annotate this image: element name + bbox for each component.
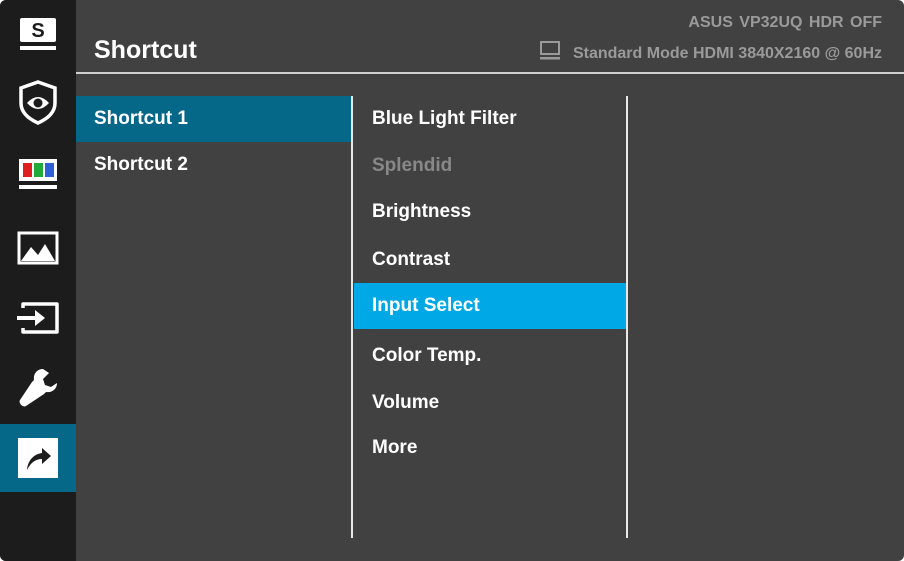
category-rail: S (0, 0, 76, 561)
header-divider (76, 72, 904, 74)
option-contrast[interactable]: Contrast (354, 237, 626, 283)
rail-item-splendid[interactable]: S (0, 0, 76, 68)
option-color-temp[interactable]: Color Temp. (354, 333, 626, 379)
eye-care-icon (17, 79, 59, 125)
rail-item-system-setup[interactable] (0, 354, 76, 422)
svg-text:S: S (31, 20, 44, 42)
color-icon (17, 155, 59, 193)
rail-item-eye-care[interactable] (0, 68, 76, 136)
menu-item-shortcut-1[interactable]: Shortcut 1 (76, 96, 351, 142)
shortcut-list: Shortcut 1 Shortcut 2 (76, 96, 351, 188)
column-divider-1 (351, 96, 353, 538)
system-setup-icon (15, 365, 61, 411)
option-more[interactable]: More (354, 425, 626, 471)
option-volume[interactable]: Volume (354, 380, 626, 426)
option-brightness[interactable]: Brightness (354, 189, 626, 235)
option-splendid: Splendid (372, 155, 453, 176)
image-icon (17, 230, 59, 266)
page-title: Shortcut (94, 36, 197, 64)
menu-item-shortcut-2[interactable]: Shortcut 2 (76, 142, 351, 188)
mode-info: Standard Mode HDMI 3840X2160 @ 60Hz (539, 41, 882, 66)
option-input-select[interactable]: Input Select (354, 283, 626, 329)
input-select-icon (15, 300, 61, 336)
model-info: ASUS VP32UQ HDR OFF (688, 14, 882, 31)
rail-item-color[interactable] (0, 140, 76, 208)
osd-menu: S Shortcut ASUS VP32UQ HDR OFF Standard … (0, 0, 904, 561)
monitor-icon (539, 41, 561, 66)
rail-item-shortcut[interactable] (0, 424, 76, 492)
rail-item-image[interactable] (0, 214, 76, 282)
splendid-icon: S (18, 14, 58, 54)
column-divider-2 (626, 96, 628, 538)
rail-item-input-select[interactable] (0, 284, 76, 352)
shortcut-icon (17, 437, 59, 479)
mode-text: Standard Mode HDMI 3840X2160 @ 60Hz (572, 44, 882, 62)
option-blue-light-filter[interactable]: Blue Light Filter (354, 96, 626, 142)
